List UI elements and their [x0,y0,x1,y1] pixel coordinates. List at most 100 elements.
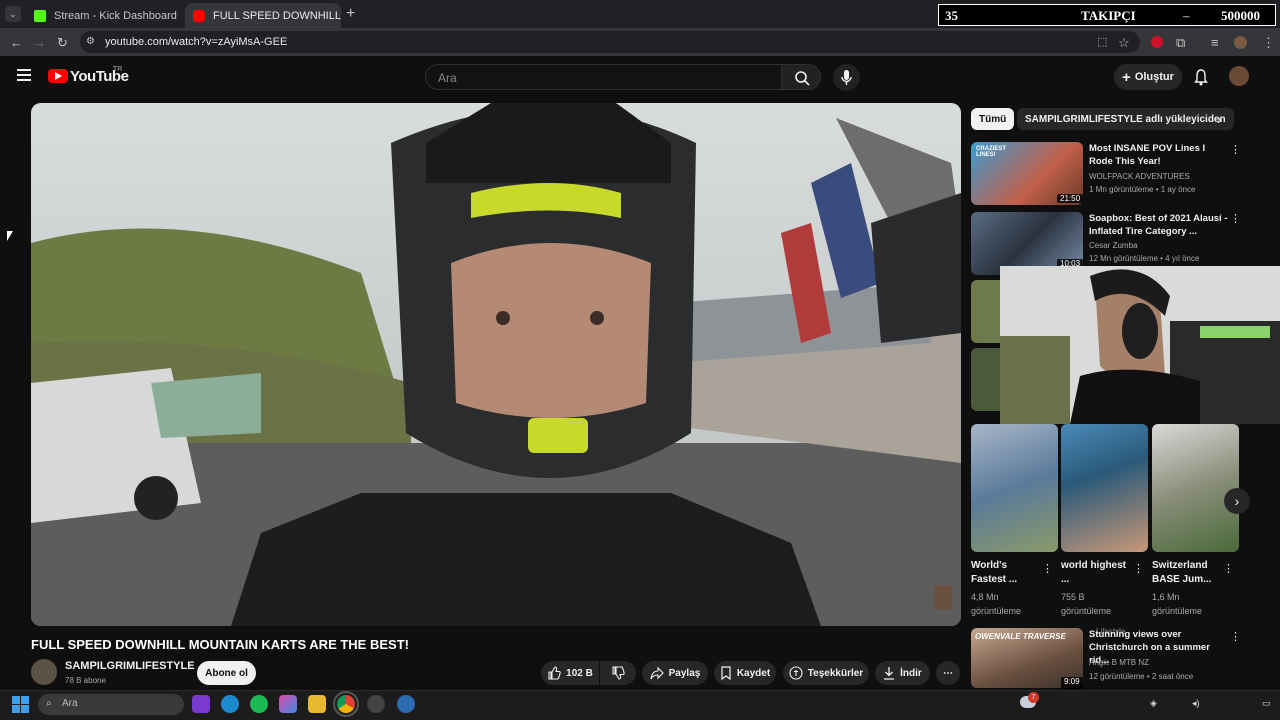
tab-youtube-video[interactable]: FULL SPEED DOWNHILL MOUN ✕ [185,3,341,28]
video-player[interactable] [31,103,961,626]
download-button[interactable]: İndir [875,661,930,685]
more-options-icon[interactable]: ⋮ [1042,562,1053,575]
voice-search-button[interactable] [833,64,860,91]
search-input[interactable]: Ara [425,64,782,90]
tab-title: FULL SPEED DOWNHILL MOUN [213,9,341,22]
tab-kick-dashboard[interactable]: Stream - Kick Dashboard ✕ [26,3,182,28]
save-button[interactable]: Kaydet [714,661,776,685]
channel-name[interactable]: SAMPILGRIMLIFESTYLE [65,660,195,672]
video-frame [31,103,961,626]
chip-all[interactable]: Tümü [971,108,1015,130]
webcam-overlay [1000,266,1280,424]
thumbnail-text: OWENVALE TRAVERSE [975,632,1066,641]
channel-avatar[interactable] [31,659,57,685]
dislike-button[interactable] [600,661,636,685]
recommendation-title: Soapbox: Best of 2021 Alausí - Inflated … [1089,213,1228,237]
chip-from-uploader[interactable]: SAMPILGRIMLIFESTYLE adlı yükleyiciden [1017,108,1234,130]
bookmark-icon [721,666,731,680]
short-thumbnail[interactable] [971,424,1058,552]
site-info-icon[interactable]: ⚙ [86,36,95,47]
spotify-icon[interactable] [250,695,268,713]
bookmark-star-icon[interactable]: ☆ [1118,35,1130,51]
download-icon [884,667,895,680]
youtube-logo-icon[interactable] [48,69,68,83]
shorts-next-chevron-icon[interactable]: › [1224,488,1250,514]
video-title: FULL SPEED DOWNHILL MOUNTAIN KARTS ARE T… [31,637,409,652]
short-title[interactable]: World's Fastest ... [971,559,1041,587]
search-icon [795,71,810,86]
share-label: Paylaş [668,667,701,679]
webcam-frame [1000,266,1280,424]
tab-search-chevron-icon[interactable]: ⌄ [5,6,21,22]
reading-list-icon[interactable]: ≡ [1211,35,1219,50]
taskbar-search-icon: ⌕ [46,698,52,709]
forward-arrow-icon[interactable]: → [33,35,46,50]
recommendation-title: Most INSANE POV Lines I Rode This Year! [1089,143,1206,167]
more-options-icon[interactable]: ⋮ [1133,562,1144,575]
notifications-bell-icon[interactable] [1193,68,1209,90]
more-actions-icon[interactable]: ⋯ [936,661,960,685]
subscribe-button[interactable]: Abone ol [197,661,256,685]
recommendation-meta: 12 görüntüleme • 2 saat önce [1089,672,1194,681]
notification-center-icon[interactable]: ▭ [1262,698,1271,709]
short-views: 4,8 Mn görüntüleme [971,592,1022,616]
create-button[interactable]: + Oluştur [1114,64,1182,90]
taskbar-search-input[interactable]: Ara [38,694,184,715]
video-thumbnail[interactable] [971,280,1001,343]
thanks-button[interactable]: Teşekkürler [783,661,869,685]
recommendation-meta: 1 Mn görüntüleme • 1 ay önce [1089,185,1196,194]
thumbnail-text: CRAZIEST LINES! [976,146,1006,158]
share-button[interactable]: Paylaş [642,661,708,685]
short-thumbnail[interactable] [1061,424,1148,552]
taskbar-app-icon[interactable] [397,695,415,713]
microphone-icon [841,70,852,85]
extensions-puzzle-icon[interactable]: ⧉ [1176,35,1185,51]
download-label: İndir [900,667,922,679]
more-options-icon[interactable]: ⋮ [1230,212,1241,225]
more-options-icon[interactable]: ⋮ [1223,562,1234,575]
hamburger-menu-icon[interactable] [17,69,31,81]
obs-icon[interactable] [367,695,385,713]
short-title[interactable]: Switzerland BASE Jum... [1152,559,1222,587]
volume-icon[interactable]: ◂) [1192,698,1200,709]
duration-badge: 9:09 [1061,677,1083,689]
search-button[interactable] [781,64,821,90]
url-text[interactable]: youtube.com/watch?v=zAyiMsA-GEE [105,36,287,48]
copilot-icon[interactable] [279,695,297,713]
kick-favicon-icon [34,9,46,22]
recommendation-item[interactable]: CRAZIEST LINES! 21:50 Most INSANE POV Li… [971,142,1261,206]
chevron-right-icon[interactable]: › [1217,111,1222,127]
follower-goal: 500000 [1221,8,1260,23]
new-tab-plus-icon[interactable]: + [346,5,355,23]
windows-start-icon[interactable] [12,696,29,713]
like-button[interactable]: 102 B [541,661,599,685]
follower-count: 35 [945,8,958,23]
notification-badge: 7 [1028,692,1039,703]
thanks-label: Teşekkürler [807,667,864,679]
file-explorer-icon[interactable] [308,695,326,713]
browser-menu-icon[interactable]: ⋮ [1262,35,1275,51]
more-options-icon[interactable]: ⋮ [1230,143,1241,156]
install-app-icon[interactable]: ⬚ [1097,35,1107,48]
plus-icon: + [1122,68,1131,86]
short-title[interactable]: world highest ... [1061,559,1131,587]
extension-icon[interactable] [1151,36,1163,48]
account-avatar[interactable] [1229,66,1249,86]
short-thumbnail[interactable] [1152,424,1239,552]
reload-icon[interactable]: ↻ [57,35,68,51]
back-arrow-icon[interactable]: ← [10,35,23,50]
duration-badge: 21:50 [1057,194,1084,203]
edge-browser-icon[interactable] [221,695,239,713]
profile-avatar[interactable] [1234,36,1247,49]
network-icon[interactable]: ◈ [1150,698,1157,709]
close-tab-icon[interactable]: ✕ [177,9,182,23]
recommendation-item[interactable]: OWENVALE TRAVERSE 9:09 Lifestyle Stunnin… [971,627,1261,692]
more-options-icon[interactable]: ⋮ [1230,630,1241,643]
country-code: TR [113,66,123,73]
taskbar-app-icon[interactable] [192,695,210,713]
video-thumbnail[interactable] [971,348,1001,411]
recommendation-channel: WOLFPACK ADVENTURES [1089,172,1190,181]
youtube-favicon-icon [193,9,205,22]
chrome-icon[interactable] [333,691,359,717]
short-views: 755 B görüntüleme [1061,592,1112,616]
